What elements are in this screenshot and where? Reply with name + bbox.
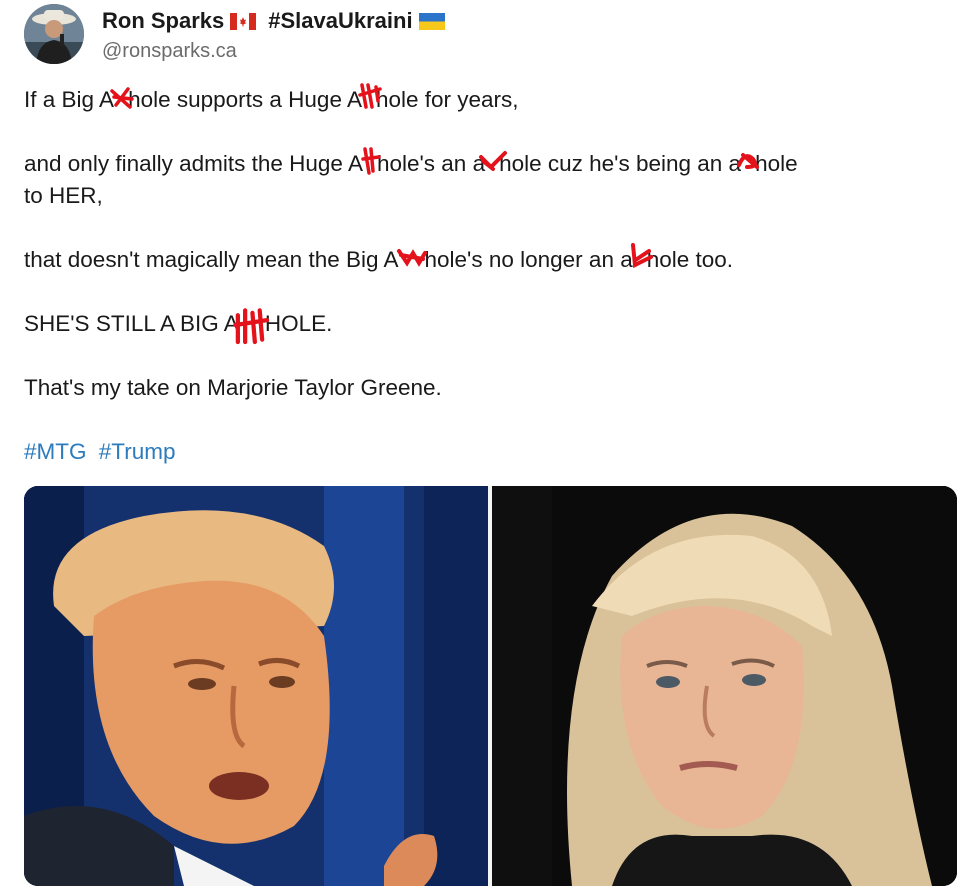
post-hashtags: #MTG #Trump [24,436,959,468]
censor-scribble-icon [737,151,760,173]
hashtag-link-mtg[interactable]: #MTG [24,439,87,464]
post-line-4: SHE'S STILL A BIG A HOLE. [24,308,959,345]
text-segment: If a Big A [24,87,115,112]
hashtag-link-trump[interactable]: #Trump [99,439,176,464]
text-segment: hole's no longer an a [424,247,633,272]
post-line-1: If a Big A hole supports a Huge A hole for… [24,83,959,116]
post-media[interactable] [24,486,957,886]
author-hashtag-title[interactable]: #SlavaUkraini [268,8,412,34]
censor-scribble-icon [479,151,508,173]
greene-photo[interactable] [492,486,957,886]
author-avatar[interactable] [24,4,84,64]
text-segment: SHE'S STILL A BIG A [24,311,239,336]
author-display-name[interactable]: Ron Sparks [102,8,224,34]
text-segment: hole's an a [376,151,486,176]
ukraine-flag-icon [418,12,445,30]
text-segment: hole cuz he's being an a [499,151,742,176]
text-segment: HOLE. [264,311,333,336]
censor-scribble-icon [110,87,134,109]
censor-scribble-icon [396,247,427,269]
post-line-5: That's my take on Marjorie Taylor Greene… [24,372,959,404]
post-body: If a Big A hole supports a Huge A hole for… [24,83,959,500]
text-segment: that doesn't magically mean the Big A [24,247,399,272]
text-segment: That's my take on Marjorie Taylor Greene… [24,375,442,400]
text-segment: hole supports a Huge A [128,87,362,112]
text-segment: and only finally admits the Huge A [24,151,363,176]
censor-scribble-icon [233,308,269,345]
post-line-2: and only finally admits the Huge A hole's… [24,147,959,212]
post-line-3: that doesn't magically mean the Big A hol… [24,243,959,276]
censor-scribble-icon [630,243,653,269]
text-segment: to HER, [24,183,103,208]
censor-scribble-icon [358,83,382,109]
post-header: Ron Sparks #SlavaUkraini @ronsparks.ca [24,4,924,66]
trump-photo[interactable] [24,486,488,886]
author-handle[interactable]: @ronsparks.ca [102,40,237,63]
text-segment: hole too. [646,247,734,272]
text-segment: hole for years, [375,87,519,112]
censor-scribble-icon [361,147,381,175]
canada-flag-icon [230,12,257,30]
